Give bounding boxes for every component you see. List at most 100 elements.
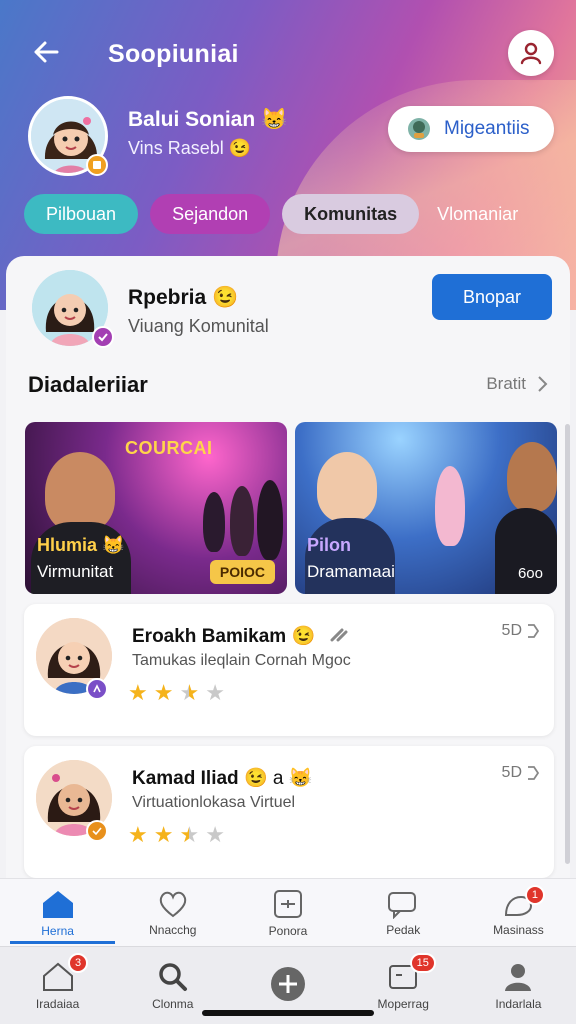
featured-shirt	[31, 522, 131, 594]
community-name-emoji: 😉	[212, 286, 239, 309]
filter-chips: Pilbouan Sejandon Komunitas Vlomaniar	[24, 194, 564, 234]
notification-badge: 3	[68, 953, 89, 973]
star-icon: ★	[205, 680, 225, 705]
list-item-name-text: Kamad Iliad	[132, 768, 239, 789]
community-name-text: Rpebria	[128, 286, 207, 309]
community-name: Rpebria 😉	[128, 286, 238, 310]
featured-card-2[interactable]: Pilon Dramamaai 6oo	[295, 422, 557, 594]
list-item[interactable]: Kamad Iliad 😉 a 😸 Virtuationlokasa Virtu…	[24, 746, 554, 878]
star-half-icon: ★	[179, 680, 200, 705]
user-subtitle: Vins Rasebl 😉	[128, 138, 251, 159]
featured-title: Hlumia 😸	[37, 535, 125, 555]
user-action-button[interactable]: Migeantiis	[388, 106, 554, 152]
scrollbar[interactable]	[565, 424, 570, 864]
user-subtitle-text: Vins Rasebl	[128, 138, 224, 158]
list-item-meta-text: 5D	[501, 764, 522, 781]
featured-crowd-2	[230, 486, 254, 556]
rating-stars: ★ ★ ★ ★	[128, 680, 225, 706]
page-title: Soopiuniai	[108, 40, 239, 68]
list-item-name: Eroakh Bamikam 😉	[132, 624, 350, 648]
list-item-subtitle: Tamukas ileqlain Cornah Mgoc	[132, 652, 351, 669]
notification-badge: 1	[524, 885, 545, 905]
user-subtitle-emoji: 😉	[228, 138, 252, 158]
list-item-meta[interactable]: 5D	[502, 764, 540, 782]
profile-button[interactable]	[508, 30, 554, 76]
verified-badge-icon	[86, 154, 108, 176]
nav-favorites[interactable]: Nnacchg	[115, 879, 230, 946]
user-name-emoji: 😸	[261, 108, 288, 131]
edit-icon	[330, 628, 348, 642]
chevron-right-icon	[538, 376, 548, 392]
featured-subtitle: Dramamaai	[307, 562, 395, 581]
list-item-meta[interactable]: 5D	[502, 622, 540, 640]
nav2-documents-label: Moperrag	[377, 996, 429, 1011]
featured-suit	[305, 518, 395, 594]
section-link[interactable]: Bratit	[486, 374, 548, 394]
list-item-name: Kamad Iliad 😉 a 😸	[132, 766, 312, 790]
featured-card-1[interactable]: COURCAI Hlumia 😸 Virmunitat POIOC	[25, 422, 287, 594]
home-indicator[interactable]	[202, 1010, 374, 1016]
nav-home-label: Herna	[41, 923, 74, 938]
arrow-left-icon	[34, 41, 59, 63]
list-item-subtitle: Virtuationlokasa Virtuel	[132, 794, 296, 811]
featured-person	[317, 452, 377, 522]
search-icon	[159, 962, 187, 991]
star-icon: ★	[128, 680, 148, 705]
featured-crowd-1	[203, 492, 225, 552]
nav-chat[interactable]: 1 Masinass	[461, 879, 576, 946]
featured-crowd-3	[257, 480, 283, 560]
nav-home[interactable]: Herna	[0, 879, 116, 946]
list-item-extra: a	[272, 768, 284, 789]
heart-icon	[159, 891, 187, 917]
user-profile-row: Balui Sonian 😸 Vins Rasebl 😉 Migeantiis	[28, 96, 558, 180]
nav-chat-label: Masinass	[493, 922, 544, 937]
chip-komunitas[interactable]: Komunitas	[282, 194, 420, 234]
message-icon	[388, 891, 417, 919]
globe-icon	[408, 118, 430, 140]
community-subtitle: Viuang Komunital	[128, 316, 269, 336]
star-icon: ★	[153, 822, 174, 847]
featured-dancer	[435, 466, 465, 546]
star-icon: ★	[128, 822, 148, 847]
nav-messages[interactable]: Pedak	[346, 879, 461, 946]
chip-2[interactable]: Sejandon	[150, 194, 271, 234]
user-icon	[520, 42, 542, 65]
plus-icon	[271, 966, 305, 1001]
nav-calendar-label: Ponora	[268, 923, 308, 938]
list-item[interactable]: Eroakh Bamikam 😉 Tamukas ileqlain Cornah…	[24, 604, 554, 736]
rating-stars: ★ ★ ★ ★	[128, 822, 225, 848]
calendar-icon	[274, 889, 302, 918]
nav2-home-label: Iradaiaa	[35, 996, 80, 1011]
featured-tag: POIOC	[209, 560, 275, 584]
back-button[interactable]	[26, 32, 66, 72]
home-icon	[42, 890, 73, 918]
featured-person	[45, 452, 115, 532]
user-name: Balui Sonian 😸	[128, 108, 287, 132]
notification-badge: 15	[409, 953, 436, 973]
profile-icon	[505, 963, 532, 991]
nav2-profile[interactable]: Indarlala	[461, 947, 576, 1024]
arrow-tag-icon	[528, 766, 540, 780]
star-icon: ★	[205, 822, 225, 847]
nav-favorites-label: Nnacchg	[149, 922, 197, 937]
user-name-text: Balui Sonian	[128, 108, 256, 131]
list-item-emoji: 😉	[291, 626, 316, 647]
featured-title: Pilon	[307, 535, 351, 555]
section-title: Diadaleriiar	[28, 372, 148, 397]
list-item-name-text: Eroakh Bamikam	[132, 626, 287, 647]
primary-nav: Herna Nnacchg Ponora Pedak 1 Masinass	[0, 878, 576, 946]
nav2-home[interactable]: 3 Iradaiaa	[0, 947, 115, 1024]
nav-calendar[interactable]: Ponora	[230, 879, 345, 946]
top-bar: Soopiuniai	[0, 28, 576, 78]
chip-1[interactable]: Pilbouan	[24, 194, 139, 234]
nav2-search-label: Clonma	[152, 996, 194, 1011]
star-icon: ★	[153, 680, 174, 705]
featured-subtitle: Virmunitat	[37, 562, 114, 581]
featured-banner: COURCAI	[125, 438, 213, 458]
nav2-profile-label: Indarlala	[495, 996, 542, 1011]
featured-person-right	[507, 442, 557, 512]
list-item-emoji: 😉	[243, 768, 268, 789]
chip-4[interactable]: Vlomaniar	[431, 194, 540, 234]
join-button[interactable]: Bnopar	[432, 274, 552, 320]
list-badge-icon	[86, 678, 108, 700]
